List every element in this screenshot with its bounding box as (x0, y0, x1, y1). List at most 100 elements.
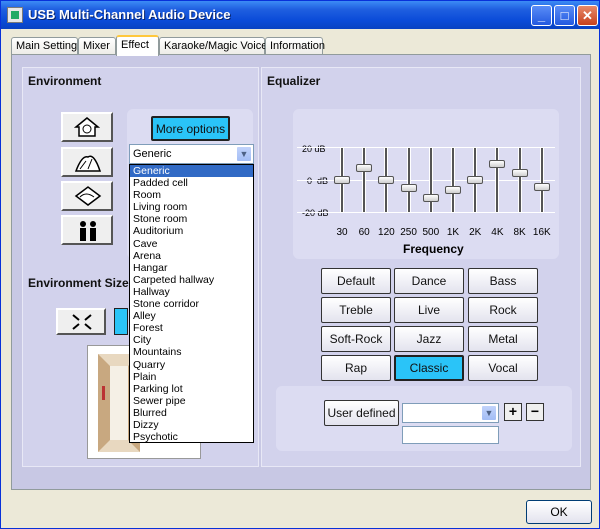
eq-thumb[interactable] (400, 184, 417, 193)
eq-gridline-top (297, 147, 555, 148)
db-bottom-value: -20 (302, 208, 316, 218)
tab-mixer[interactable]: Mixer (78, 37, 116, 55)
eq-thumb[interactable] (378, 176, 395, 184)
db-mid-label: 0 dB (307, 176, 328, 186)
db-unit-bottom: dB (317, 208, 329, 218)
dropdown-option[interactable]: Living room (130, 201, 253, 213)
dropdown-option[interactable]: Cave (130, 238, 253, 250)
env-landscape-button[interactable] (61, 181, 113, 211)
dropdown-option[interactable]: Dizzy (130, 419, 253, 431)
eq-track[interactable] (495, 147, 500, 213)
dropdown-option[interactable]: Hangar (130, 262, 253, 274)
user-defined-select[interactable]: ▼ (402, 403, 499, 423)
db-unit-mid: dB (317, 176, 329, 186)
tab-information[interactable]: Information (265, 37, 325, 55)
close-button[interactable]: ✕ (577, 5, 598, 26)
dropdown-option[interactable]: Room (130, 189, 253, 201)
environment-dropdown-list[interactable]: Generic Padded cell Room Living room Stone r… (129, 164, 254, 443)
dropdown-option[interactable]: Sewer pipe (130, 395, 253, 407)
preset-metal-button[interactable]: Metal (468, 326, 538, 352)
dropdown-option[interactable]: Padded cell (130, 177, 253, 189)
dropdown-option[interactable]: Quarry (130, 359, 253, 371)
env-people-button[interactable] (61, 215, 113, 245)
dropdown-option[interactable]: Blurred (130, 407, 253, 419)
dropdown-option[interactable]: Hallway (130, 286, 253, 298)
equalizer-title: Equalizer (267, 74, 321, 88)
env-size-shrink-button[interactable] (56, 308, 106, 335)
eq-track[interactable] (428, 147, 433, 213)
eq-track[interactable] (539, 147, 544, 213)
dropdown-option[interactable]: Mountains (130, 346, 253, 358)
eq-thumb[interactable] (356, 164, 373, 173)
tab-main-setting[interactable]: Main Setting (11, 37, 78, 55)
env-size-expand-button[interactable] (114, 308, 128, 335)
minimize-button[interactable]: _ (531, 5, 552, 26)
dropdown-option[interactable]: Forest (130, 322, 253, 334)
env-concert-hall-button[interactable] (61, 147, 113, 177)
eq-thumb[interactable] (422, 194, 439, 203)
eq-gridline-bottom (297, 212, 555, 213)
eq-thumb[interactable] (334, 176, 350, 184)
dropdown-option[interactable]: Parking lot (130, 383, 253, 395)
eq-track[interactable] (406, 147, 411, 213)
dropdown-option[interactable]: Plain (130, 371, 253, 383)
preset-treble-button[interactable]: Treble (321, 297, 391, 323)
tab-karaoke-magic-voice[interactable]: Karaoke/Magic Voice (159, 37, 267, 55)
db-mid-value: 0 (307, 176, 313, 186)
preset-live-button[interactable]: Live (394, 297, 464, 323)
preset-jazz-button[interactable]: Jazz (394, 326, 464, 352)
arrows-inward-icon (72, 314, 92, 330)
title-bar[interactable]: USB Multi-Channel Audio Device _ □ ✕ (1, 1, 599, 29)
remove-preset-button[interactable]: − (526, 403, 544, 421)
environment-size-title: Environment Size (28, 276, 129, 290)
preset-vocal-button[interactable]: Vocal (468, 355, 538, 381)
dropdown-option[interactable]: Stone room (130, 213, 253, 225)
db-top-label: 20 dB (302, 144, 326, 154)
eq-track[interactable] (451, 147, 455, 213)
dropdown-option[interactable]: Auditorium (130, 225, 253, 237)
ok-button[interactable]: OK (526, 500, 592, 524)
preset-soft-rock-button[interactable]: Soft-Rock (321, 326, 391, 352)
preset-bass-button[interactable]: Bass (468, 268, 538, 294)
preset-rock-button[interactable]: Rock (468, 297, 538, 323)
eq-thumb[interactable] (445, 185, 461, 194)
dropdown-option[interactable]: City (130, 334, 253, 346)
main-window: USB Multi-Channel Audio Device _ □ ✕ Mai… (0, 0, 600, 529)
eq-thumb[interactable] (533, 182, 550, 191)
environment-select[interactable]: Generic ▼ (129, 144, 254, 164)
db-unit-top: dB (314, 144, 326, 154)
dropdown-option[interactable]: Carpeted hallway (130, 274, 253, 286)
eq-track[interactable] (517, 147, 522, 213)
chevron-down-icon[interactable]: ▼ (481, 405, 497, 421)
preset-rap-button[interactable]: Rap (321, 355, 391, 381)
chevron-down-icon[interactable]: ▼ (236, 146, 252, 162)
more-options-button[interactable]: More options (151, 116, 230, 141)
environment-title: Environment (28, 74, 102, 88)
add-preset-button[interactable]: + (504, 403, 522, 421)
preset-name-input[interactable] (402, 426, 499, 444)
preset-classic-button[interactable]: Classic (394, 355, 464, 381)
eq-thumb[interactable] (467, 176, 484, 184)
eq-thumb[interactable] (511, 169, 528, 178)
dropdown-option[interactable]: Alley (130, 310, 253, 322)
house-icon (74, 117, 100, 137)
dropdown-option[interactable]: Generic (130, 165, 253, 178)
preset-dance-button[interactable]: Dance (394, 268, 464, 294)
frequency-label: Frequency (403, 242, 464, 256)
db-top-value: 20 (302, 144, 313, 154)
env-house-button[interactable] (61, 112, 113, 142)
environment-selected-value: Generic (133, 148, 172, 160)
db-bottom-label: -20 dB (302, 208, 329, 218)
maximize-button[interactable]: □ (554, 5, 575, 26)
eq-thumb[interactable] (489, 159, 506, 168)
preset-default-button[interactable]: Default (321, 268, 391, 294)
user-defined-button[interactable]: User defined (324, 400, 399, 426)
eq-track[interactable] (362, 147, 367, 213)
tab-effect[interactable]: Effect (116, 35, 159, 56)
app-icon (7, 7, 23, 23)
dropdown-option[interactable]: Stone corridor (130, 298, 253, 310)
dropdown-option[interactable]: Arena (130, 250, 253, 262)
dropdown-option[interactable]: Psychotic (130, 431, 253, 442)
window-title: USB Multi-Channel Audio Device (28, 7, 231, 22)
concert-hall-icon (74, 155, 102, 172)
